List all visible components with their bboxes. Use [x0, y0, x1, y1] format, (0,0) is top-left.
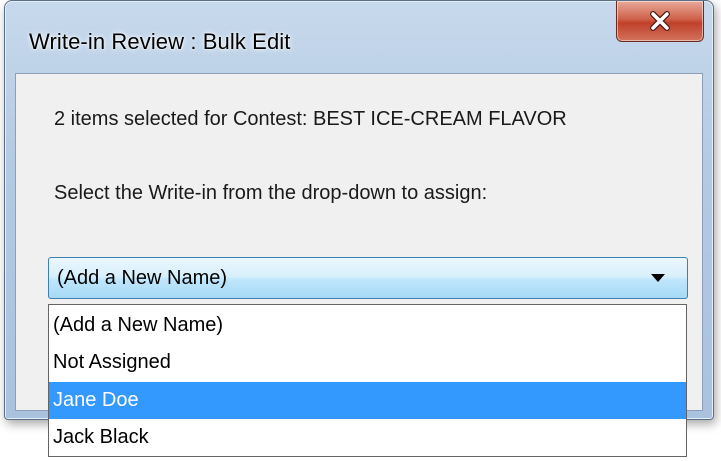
writein-dropdown-list: (Add a New Name) Not Assigned Jane Doe J… — [48, 304, 687, 457]
chevron-down-icon — [651, 274, 665, 282]
writein-dropdown[interactable]: (Add a New Name) — [48, 257, 688, 299]
option-label: Jack Black — [53, 426, 149, 448]
option-not-assigned[interactable]: Not Assigned — [49, 344, 686, 381]
instruction-label: Select the Write-in from the drop-down t… — [54, 182, 488, 204]
option-label: (Add a New Name) — [53, 314, 224, 336]
close-button[interactable] — [616, 1, 704, 42]
option-label: Not Assigned — [53, 351, 171, 373]
option-jack-black[interactable]: Jack Black — [49, 419, 686, 456]
screen: Write-in Review : Bulk Edit 2 items sele… — [0, 0, 721, 461]
writein-dropdown-value: (Add a New Name) — [57, 267, 228, 289]
dialog-title: Write-in Review : Bulk Edit — [29, 29, 291, 54]
title-bar[interactable]: Write-in Review : Bulk Edit — [5, 1, 713, 73]
option-label: Jane Doe — [53, 389, 139, 411]
option-jane-doe[interactable]: Jane Doe — [49, 382, 686, 419]
selection-message: 2 items selected for Contest: BEST ICE-C… — [54, 108, 567, 130]
option-add-new-name[interactable]: (Add a New Name) — [49, 307, 686, 344]
close-icon — [650, 11, 670, 31]
